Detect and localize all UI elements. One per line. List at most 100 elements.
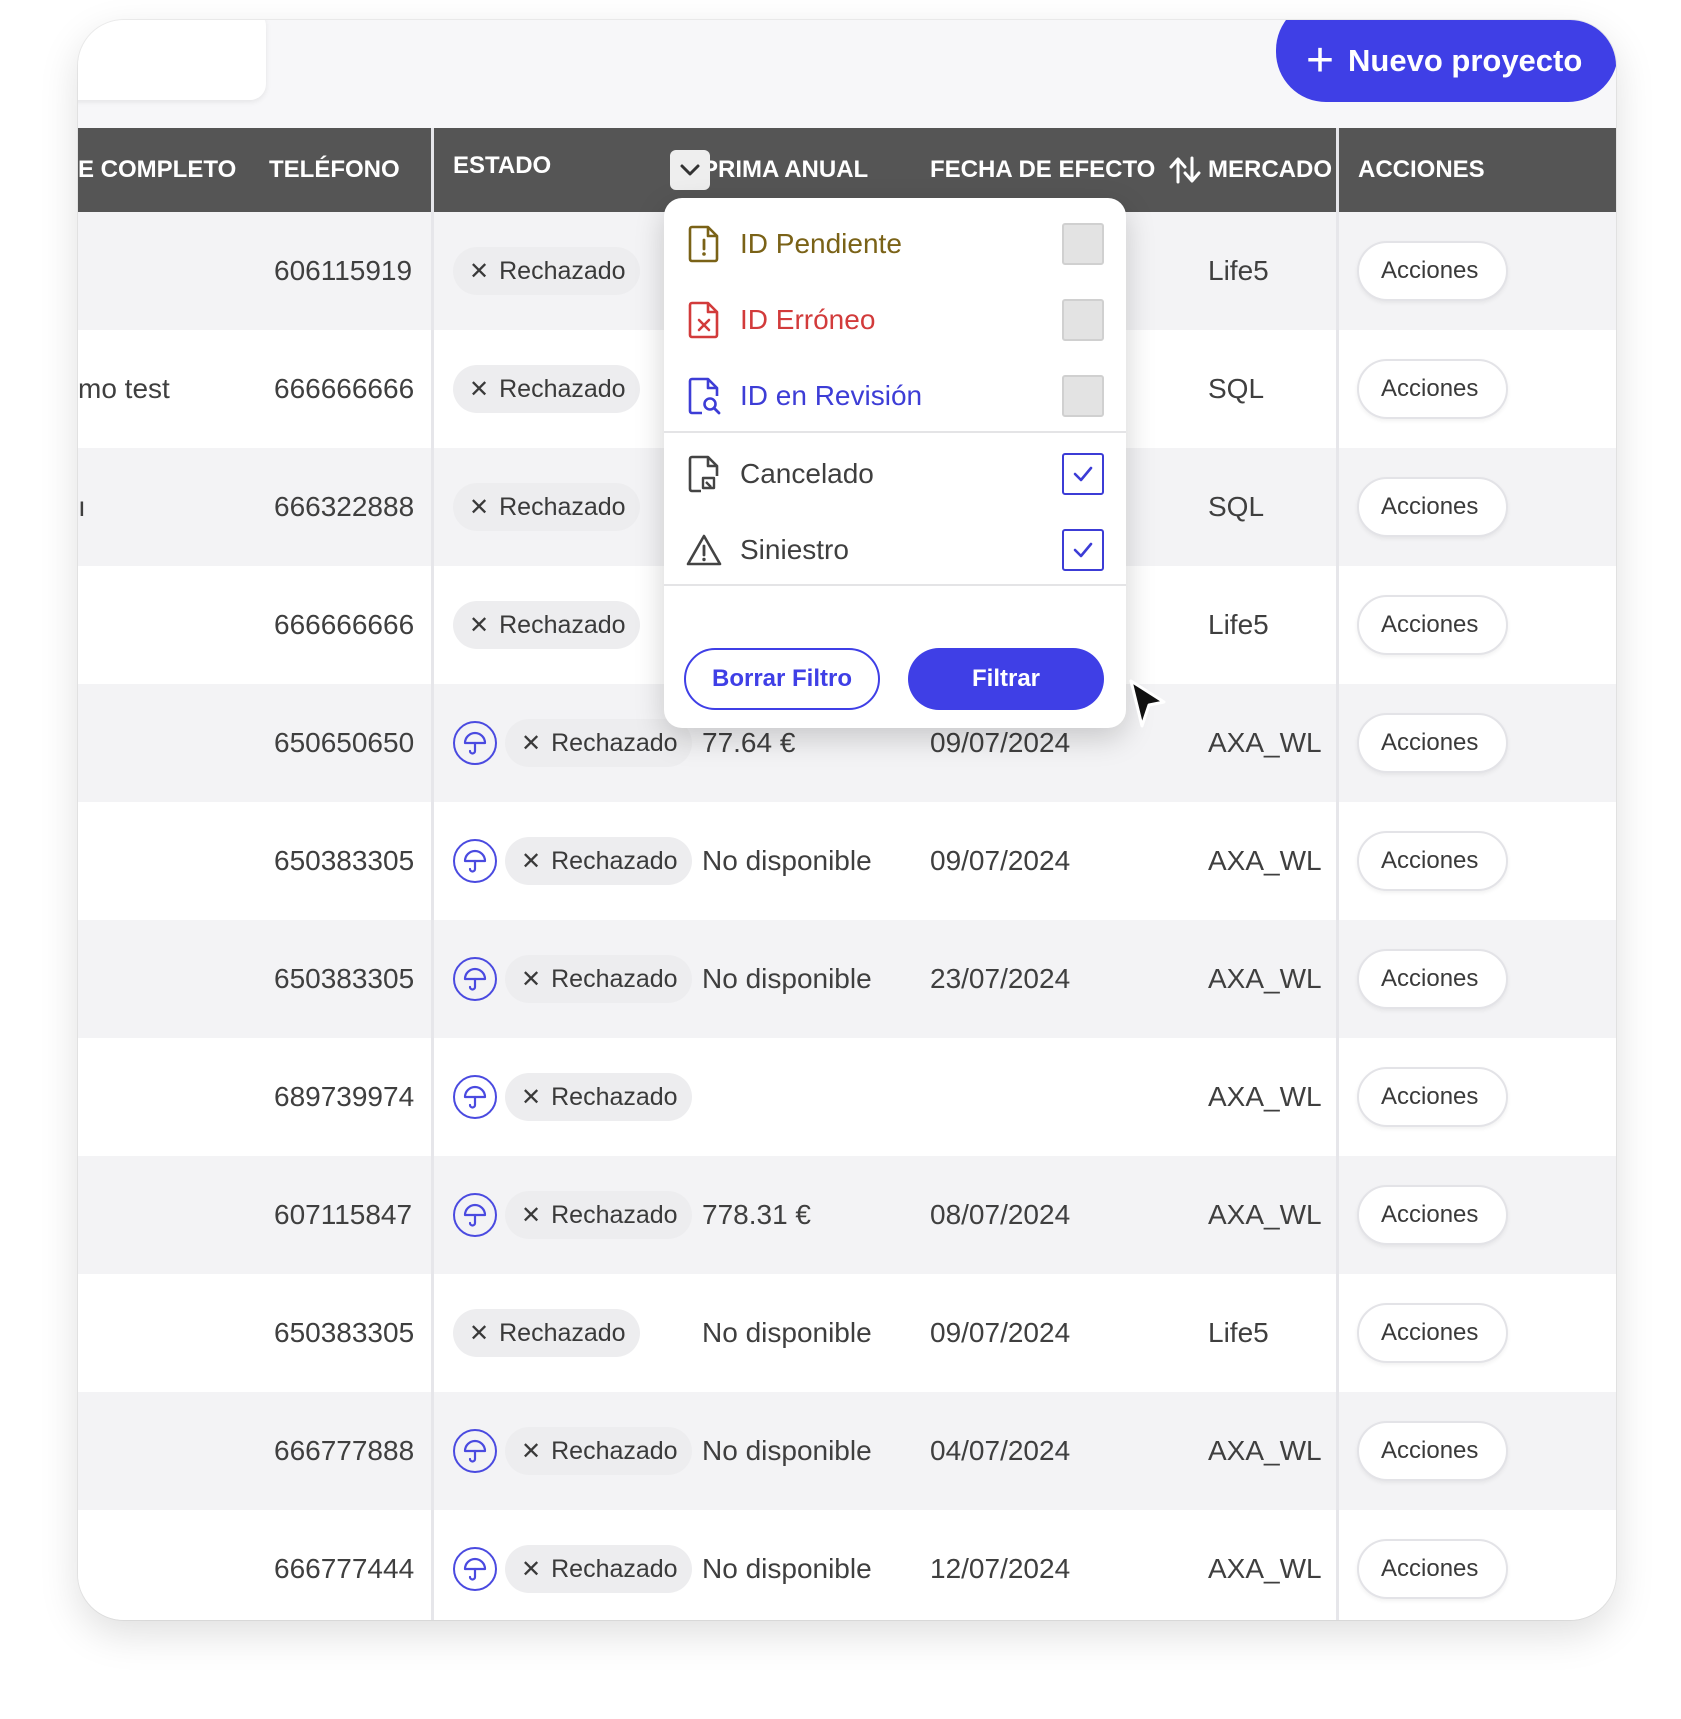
cell-premium: No disponible bbox=[702, 1553, 872, 1584]
actions-button[interactable]: Acciones bbox=[1357, 1539, 1509, 1599]
umbrella-icon bbox=[453, 839, 497, 883]
cell-market: Life5 bbox=[1208, 1317, 1269, 1348]
cell-market: AXA_WL bbox=[1208, 1199, 1322, 1230]
new-project-label: Nuevo proyecto bbox=[1348, 43, 1583, 78]
cell-phone: 650383305 bbox=[274, 963, 415, 994]
actions-button[interactable]: Acciones bbox=[1357, 713, 1509, 773]
status-badge: ✕ Rechazado bbox=[453, 1309, 640, 1357]
actions-button[interactable]: Acciones bbox=[1357, 1067, 1509, 1127]
cell-phone: 650383305 bbox=[274, 845, 415, 876]
close-icon: ✕ bbox=[521, 1083, 542, 1111]
cell-phone: 666666666 bbox=[274, 609, 415, 640]
filter-separator bbox=[664, 584, 1126, 586]
status-filter-panel: ID Pendiente ID Erróneo ID en Revisión C… bbox=[664, 198, 1126, 728]
cell-actions: Acciones bbox=[1357, 1274, 1509, 1392]
actions-button[interactable]: Acciones bbox=[1357, 595, 1509, 655]
filter-checkbox-cancelado[interactable] bbox=[1062, 453, 1104, 495]
actions-button[interactable]: Acciones bbox=[1357, 477, 1509, 537]
actions-button[interactable]: Acciones bbox=[1357, 359, 1509, 419]
filter-option-id-erroneo[interactable]: ID Erróneo bbox=[664, 278, 1126, 362]
cell-market: Life5 bbox=[1208, 609, 1269, 640]
filter-checkbox-id-erroneo[interactable] bbox=[1062, 299, 1104, 341]
table-row: 650383305 ✕ Rechazado No disponible 09/07/20… bbox=[78, 1274, 1616, 1392]
filter-option-label: ID en Revisión bbox=[740, 380, 923, 411]
cell-market: AXA_WL bbox=[1208, 1553, 1322, 1584]
column-effective-date-label: FECHA DE EFECTO bbox=[930, 156, 1156, 183]
actions-button[interactable]: Acciones bbox=[1357, 1185, 1509, 1245]
cell-status: ✕ Rechazado bbox=[453, 566, 640, 684]
filter-checkbox-id-pendiente[interactable] bbox=[1062, 223, 1104, 265]
filter-option-label: ID Pendiente bbox=[740, 228, 902, 259]
document-error-icon bbox=[688, 301, 719, 339]
umbrella-icon bbox=[453, 1429, 497, 1473]
column-divider bbox=[431, 128, 434, 1620]
plus-icon: + bbox=[1306, 34, 1335, 87]
cell-status: ✕ Rechazado bbox=[453, 1274, 640, 1392]
filter-option-label: Siniestro bbox=[740, 534, 849, 565]
close-icon: ✕ bbox=[469, 1319, 490, 1347]
table-row: 689739974 ✕ Rechazado AXA_WL Acciones bbox=[78, 1038, 1616, 1156]
status-filter-toggle[interactable] bbox=[670, 150, 710, 190]
cell-phone: 666777444 bbox=[274, 1553, 415, 1584]
column-status[interactable]: ESTADO bbox=[453, 124, 551, 208]
clear-filter-button[interactable]: Borrar Filtro bbox=[684, 648, 880, 710]
status-badge: ✕ Rechazado bbox=[505, 955, 692, 1003]
new-project-button[interactable]: + Nuevo proyecto bbox=[1276, 20, 1616, 102]
cell-actions: Acciones bbox=[1357, 1392, 1509, 1510]
status-badge: ✕ Rechazado bbox=[505, 1191, 692, 1239]
cell-phone: 666666666 bbox=[274, 373, 415, 404]
cell-phone: 666777888 bbox=[274, 1435, 415, 1466]
close-icon: ✕ bbox=[469, 611, 490, 639]
close-icon: ✕ bbox=[521, 1555, 542, 1583]
column-divider bbox=[1336, 128, 1339, 1620]
cell-phone: 606115919 bbox=[274, 255, 413, 286]
cell-status: ✕ Rechazado bbox=[453, 920, 692, 1038]
filter-option-cancelado[interactable]: Cancelado bbox=[664, 432, 1126, 516]
warning-icon bbox=[686, 534, 722, 566]
status-badge: ✕ Rechazado bbox=[505, 719, 692, 767]
actions-button[interactable]: Acciones bbox=[1357, 241, 1509, 301]
status-badge: ✕ Rechazado bbox=[505, 1427, 692, 1475]
actions-button[interactable]: Acciones bbox=[1357, 949, 1509, 1009]
status-badge: ✕ Rechazado bbox=[453, 483, 640, 531]
status-badge: ✕ Rechazado bbox=[453, 365, 640, 413]
cell-status: ✕ Rechazado bbox=[453, 684, 692, 802]
column-name[interactable]: E COMPLETO bbox=[78, 128, 236, 212]
actions-button[interactable]: Acciones bbox=[1357, 1303, 1509, 1363]
filter-option-label: ID Erróneo bbox=[740, 304, 876, 335]
column-market[interactable]: MERCADO bbox=[1208, 128, 1332, 212]
projects-table-card: + Nuevo proyecto E COMPLETO TELÉFONO EST… bbox=[78, 20, 1616, 1620]
mouse-cursor-icon bbox=[1129, 679, 1166, 728]
actions-button[interactable]: Acciones bbox=[1357, 831, 1509, 891]
table-row: 650383305 ✕ Rechazado No disponible 09/07/20… bbox=[78, 802, 1616, 920]
document-alert-icon bbox=[688, 225, 719, 263]
cell-effective-date: 08/07/2024 bbox=[930, 1199, 1071, 1230]
document-search-icon bbox=[688, 377, 721, 415]
cell-phone: 689739974 bbox=[274, 1081, 415, 1112]
cell-status: ✕ Rechazado bbox=[453, 1156, 692, 1274]
filter-checkbox-id-en-revision[interactable] bbox=[1062, 375, 1104, 417]
actions-button[interactable]: Acciones bbox=[1357, 1421, 1509, 1481]
cell-market: AXA_WL bbox=[1208, 963, 1322, 994]
umbrella-icon bbox=[453, 957, 497, 1001]
cell-premium: No disponible bbox=[702, 1317, 872, 1348]
column-phone[interactable]: TELÉFONO bbox=[269, 128, 400, 212]
cell-name: ı bbox=[78, 491, 86, 522]
search-input[interactable] bbox=[78, 20, 266, 100]
status-badge: ✕ Rechazado bbox=[505, 837, 692, 885]
sort-arrows-icon[interactable] bbox=[1167, 152, 1203, 188]
filter-checkbox-siniestro[interactable] bbox=[1062, 529, 1104, 571]
filter-option-id-en-revision[interactable]: ID en Revisión bbox=[664, 354, 1126, 438]
cell-market: AXA_WL bbox=[1208, 1435, 1322, 1466]
cell-actions: Acciones bbox=[1357, 566, 1509, 684]
filter-option-siniestro[interactable]: Siniestro bbox=[664, 508, 1126, 592]
apply-filter-button[interactable]: Filtrar bbox=[908, 648, 1104, 710]
cell-market: AXA_WL bbox=[1208, 727, 1322, 758]
cell-effective-date: 09/07/2024 bbox=[930, 845, 1071, 876]
umbrella-icon bbox=[453, 1075, 497, 1119]
cell-actions: Acciones bbox=[1357, 1038, 1509, 1156]
table-row: 607115847 ✕ Rechazado 778.31 € 08/07/2024 AXA… bbox=[78, 1156, 1616, 1274]
close-icon: ✕ bbox=[469, 493, 490, 521]
filter-option-id-pendiente[interactable]: ID Pendiente bbox=[664, 202, 1126, 286]
cell-premium: No disponible bbox=[702, 845, 872, 876]
